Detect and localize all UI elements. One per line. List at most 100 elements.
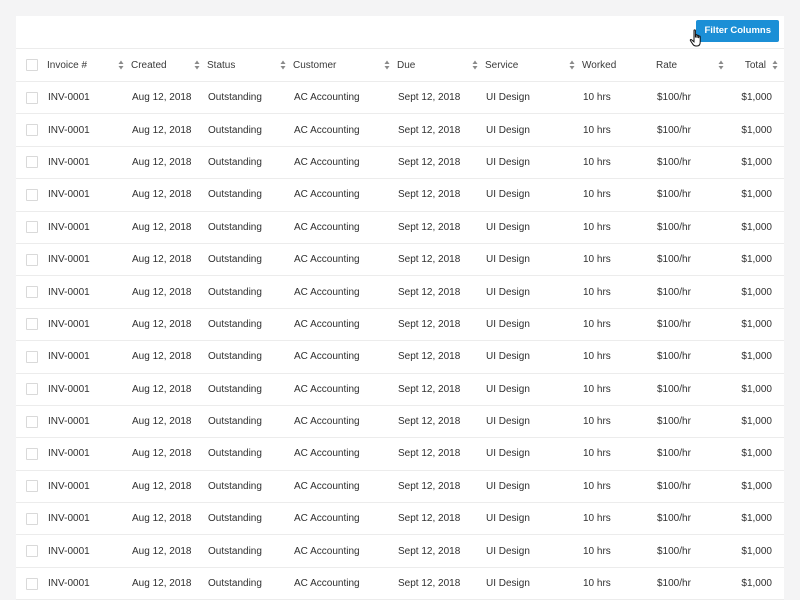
table-row[interactable]: INV-0001 Aug 12, 2018 Outstanding AC Accoun… [16,179,784,212]
row-checkbox[interactable] [26,383,38,396]
worked-hours-cell: 10 hrs [583,578,611,590]
table-row[interactable]: INV-0001 Aug 12, 2018 Outstanding AC Accoun… [16,211,784,244]
total-cell: $1,000 [741,383,772,395]
column-header-rate[interactable]: Rate [655,49,730,82]
table-row[interactable]: INV-0001 Aug 12, 2018 Outstanding AC Accoun… [16,535,784,568]
row-checkbox[interactable] [26,188,38,201]
sort-icon[interactable] [194,60,200,70]
table-row[interactable]: INV-0001 Aug 12, 2018 Outstanding AC Accoun… [16,82,784,114]
table-row[interactable]: INV-0001 Aug 12, 2018 Outstanding AC Accoun… [16,308,784,341]
select-all-checkbox[interactable] [26,59,38,71]
row-checkbox[interactable] [26,221,38,234]
created-date-cell: Aug 12, 2018 [132,286,192,298]
row-checkbox[interactable] [26,124,38,137]
due-date-cell: Sept 12, 2018 [398,221,461,233]
rate-cell: $100/hr [657,383,691,395]
sort-icon[interactable] [384,60,390,70]
table-row[interactable]: INV-0001 Aug 12, 2018 Outstanding AC Accoun… [16,567,784,600]
row-checkbox[interactable] [26,447,38,460]
customer-cell: AC Accounting [294,351,360,363]
service-cell: UI Design [486,448,530,460]
created-date-cell: Aug 12, 2018 [132,318,192,330]
table-row[interactable]: INV-0001 Aug 12, 2018 Outstanding AC Accoun… [16,438,784,471]
customer-cell: AC Accounting [294,448,360,460]
rate-cell: $100/hr [657,448,691,460]
row-checkbox[interactable] [26,415,38,428]
table-row[interactable]: INV-0001 Aug 12, 2018 Outstanding AC Accoun… [16,503,784,535]
worked-hours-cell: 10 hrs [583,513,611,525]
column-header-status[interactable]: Status [206,49,292,82]
select-all-cell [16,49,46,82]
row-checkbox[interactable] [26,350,38,363]
total-cell: $1,000 [741,416,772,428]
invoice-number-cell: INV-0001 [48,156,90,168]
sort-icon[interactable] [118,60,124,70]
column-header-service[interactable]: Service [484,49,581,82]
row-checkbox[interactable] [26,512,38,525]
column-header-created[interactable]: Created [130,49,206,82]
row-select-cell [16,243,46,275]
invoice-number-cell: INV-0001 [48,124,90,136]
total-cell: $1,000 [741,124,772,136]
service-cell: UI Design [486,578,530,590]
due-date-cell: Sept 12, 2018 [398,416,461,428]
sort-icon[interactable] [772,60,778,70]
table-row[interactable]: INV-0001 Aug 12, 2018 Outstanding AC Accoun… [16,405,784,438]
row-checkbox[interactable] [26,577,38,590]
service-cell: UI Design [486,416,530,428]
service-cell: UI Design [486,383,530,395]
worked-hours-cell: 10 hrs [583,156,611,168]
row-select-cell [16,308,46,340]
total-cell: $1,000 [741,286,772,298]
service-cell: UI Design [486,513,530,525]
column-header-invoice[interactable]: Invoice # [46,49,130,82]
row-checkbox[interactable] [26,253,38,266]
sort-icon[interactable] [718,60,724,70]
column-header-total[interactable]: Total [730,49,784,82]
created-date-cell: Aug 12, 2018 [132,124,192,136]
filter-columns-button[interactable]: Filter Columns [696,20,779,42]
row-checkbox[interactable] [26,545,38,558]
table-row[interactable]: INV-0001 Aug 12, 2018 Outstanding AC Accoun… [16,373,784,406]
status-cell: Outstanding [208,513,262,525]
row-select-cell [16,146,46,178]
row-checkbox[interactable] [26,480,38,493]
total-cell: $1,000 [741,156,772,168]
row-select-cell [16,114,46,146]
total-cell: $1,000 [741,545,772,557]
row-checkbox[interactable] [26,286,38,299]
worked-hours-cell: 10 hrs [583,92,611,104]
invoice-number-cell: INV-0001 [48,545,90,557]
rate-cell: $100/hr [657,189,691,201]
row-select-cell [16,276,46,308]
sort-icon[interactable] [472,60,478,70]
due-date-cell: Sept 12, 2018 [398,578,461,590]
status-cell: Outstanding [208,416,262,428]
table-row[interactable]: INV-0001 Aug 12, 2018 Outstanding AC Accoun… [16,114,784,147]
row-select-cell [16,535,46,567]
row-checkbox[interactable] [26,156,38,169]
invoice-number-cell: INV-0001 [48,480,90,492]
table-row[interactable]: INV-0001 Aug 12, 2018 Outstanding AC Accoun… [16,243,784,276]
column-label: Customer [293,59,337,71]
column-label: Rate [656,59,678,71]
column-header-due[interactable]: Due [396,49,484,82]
invoice-number-cell: INV-0001 [48,92,90,104]
customer-cell: AC Accounting [294,124,360,136]
customer-cell: AC Accounting [294,156,360,168]
invoice-number-cell: INV-0001 [48,448,90,460]
table-row[interactable]: INV-0001 Aug 12, 2018 Outstanding AC Accoun… [16,276,784,309]
due-date-cell: Sept 12, 2018 [398,156,461,168]
row-checkbox[interactable] [26,318,38,331]
table-row[interactable]: INV-0001 Aug 12, 2018 Outstanding AC Accoun… [16,146,784,179]
status-cell: Outstanding [208,383,262,395]
sort-icon[interactable] [569,60,575,70]
status-cell: Outstanding [208,254,262,266]
table-row[interactable]: INV-0001 Aug 12, 2018 Outstanding AC Accoun… [16,341,784,374]
service-cell: UI Design [486,545,530,557]
column-header-customer[interactable]: Customer [292,49,396,82]
sort-icon[interactable] [280,60,286,70]
created-date-cell: Aug 12, 2018 [132,448,192,460]
row-checkbox[interactable] [26,91,38,104]
table-row[interactable]: INV-0001 Aug 12, 2018 Outstanding AC Accoun… [16,470,784,503]
